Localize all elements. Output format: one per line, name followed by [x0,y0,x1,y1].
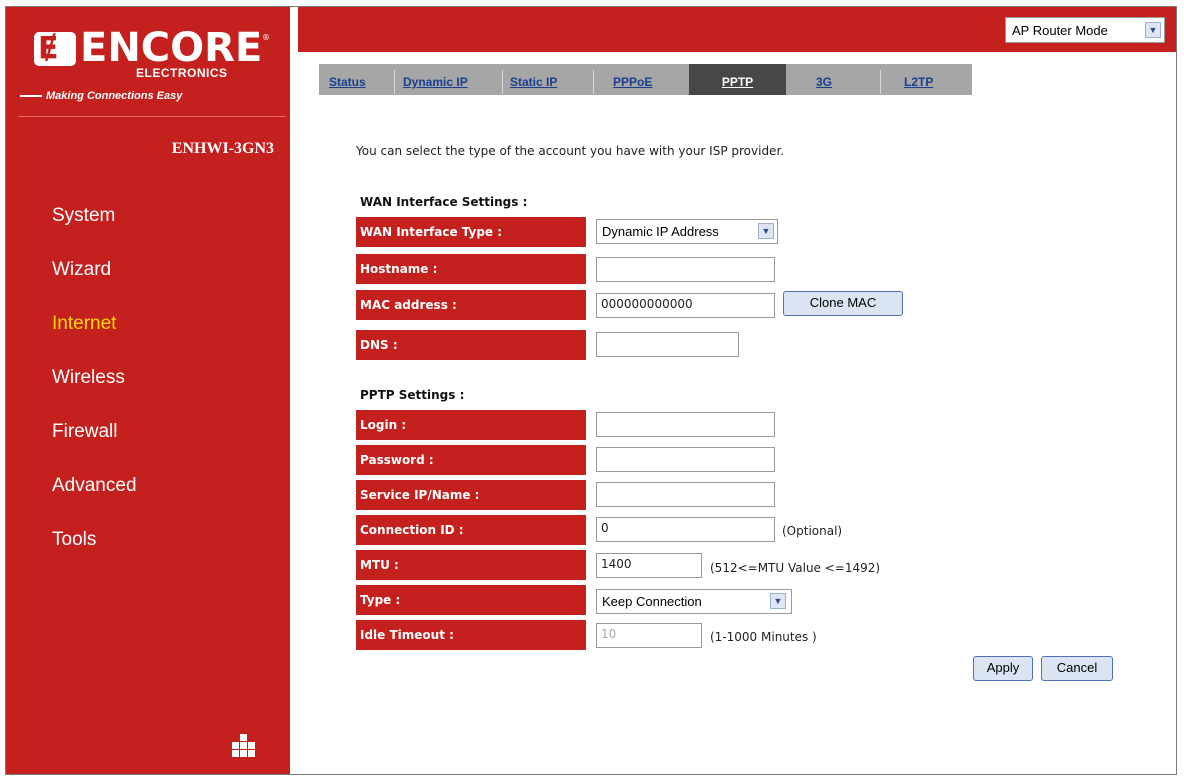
wan-type-select[interactable]: Dynamic IP Address ▼ [596,219,778,244]
grid-icon [232,734,256,758]
sidebar-item-tools[interactable]: Tools [52,529,96,551]
logo-subtitle: ELECTRONICS [136,66,228,80]
sidebar-divider [18,116,286,117]
login-field[interactable] [596,412,775,437]
sidebar: Ɇ ENCORE ® ELECTRONICS Making Connection… [6,7,290,774]
idle-timeout-field[interactable]: 10 [596,623,702,648]
connection-id-label: Connection ID : [356,515,586,545]
sidebar-item-wizard[interactable]: Wizard [52,259,111,281]
password-field[interactable] [596,447,775,472]
type-label: Type : [356,585,586,615]
pptp-section-title: PPTP Settings : [360,388,465,402]
tab-divider [880,70,881,94]
tab-divider [593,70,594,94]
tab-dynamic-ip[interactable]: Dynamic IP [403,64,468,95]
idle-timeout-label: Idle Timeout : [356,620,586,650]
mtu-field[interactable]: 1400 [596,553,702,578]
model-name: ENHWI-3GN3 [171,140,274,157]
tagline-dash [20,95,42,98]
chevron-down-icon[interactable]: ▼ [770,593,786,609]
connection-id-note: (Optional) [782,524,843,538]
sidebar-item-firewall[interactable]: Firewall [52,421,117,443]
cancel-button[interactable]: Cancel [1041,656,1113,681]
tab-divider [502,70,503,94]
apply-button[interactable]: Apply [973,656,1033,681]
tab-bar: Status Dynamic IP Static IP PPPoE PPTP 3… [319,64,972,95]
sidebar-item-internet[interactable]: Internet [52,313,116,335]
connection-type-select[interactable]: Keep Connection ▼ [596,589,792,614]
tab-status[interactable]: Status [329,64,366,95]
dns-field[interactable] [596,332,739,357]
sidebar-item-wireless[interactable]: Wireless [52,367,125,389]
brand-logo: Ɇ ENCORE ® ELECTRONICS Making Connection… [20,25,274,117]
connection-type-value: Keep Connection [602,594,702,609]
intro-text: You can select the type of the account y… [356,144,785,158]
service-ip-field[interactable] [596,482,775,507]
logo-text: ENCORE [80,25,263,71]
router-mode-value: AP Router Mode [1012,23,1108,38]
tagline-text: Making Connections Easy [46,90,183,102]
tab-pppoe[interactable]: PPPoE [613,64,652,95]
router-mode-select[interactable]: AP Router Mode ▼ [1005,17,1165,43]
hostname-label: Hostname : [356,254,586,284]
registered-mark-icon: ® [262,33,270,42]
service-ip-label: Service IP/Name : [356,480,586,510]
chevron-down-icon[interactable]: ▼ [758,223,774,239]
tab-static-ip[interactable]: Static IP [510,64,557,95]
mtu-label: MTU : [356,550,586,580]
tab-pptp[interactable]: PPTP [689,64,786,95]
chevron-down-icon[interactable]: ▼ [1145,22,1161,38]
login-label: Login : [356,410,586,440]
logo-e-badge-icon: Ɇ [34,32,76,66]
connection-id-field[interactable]: 0 [596,517,775,542]
tab-3g[interactable]: 3G [816,64,832,95]
dns-label: DNS : [356,330,586,360]
tagline: Making Connections Easy [20,90,182,102]
clone-mac-button[interactable]: Clone MAC [783,291,903,316]
tab-l2tp[interactable]: L2TP [904,64,933,95]
wan-type-value: Dynamic IP Address [602,224,719,239]
sidebar-item-system[interactable]: System [52,205,115,227]
sidebar-item-advanced[interactable]: Advanced [52,475,137,497]
wan-type-label: WAN Interface Type : [356,217,586,247]
password-label: Password : [356,445,586,475]
mac-address-label: MAC address : [356,290,586,320]
mtu-note: (512<=MTU Value <=1492) [710,561,881,575]
wan-section-title: WAN Interface Settings : [360,195,528,209]
hostname-field[interactable] [596,257,775,282]
idle-timeout-note: (1-1000 Minutes ) [710,630,817,644]
mac-address-field[interactable]: 000000000000 [596,293,775,318]
tab-divider [394,70,395,94]
